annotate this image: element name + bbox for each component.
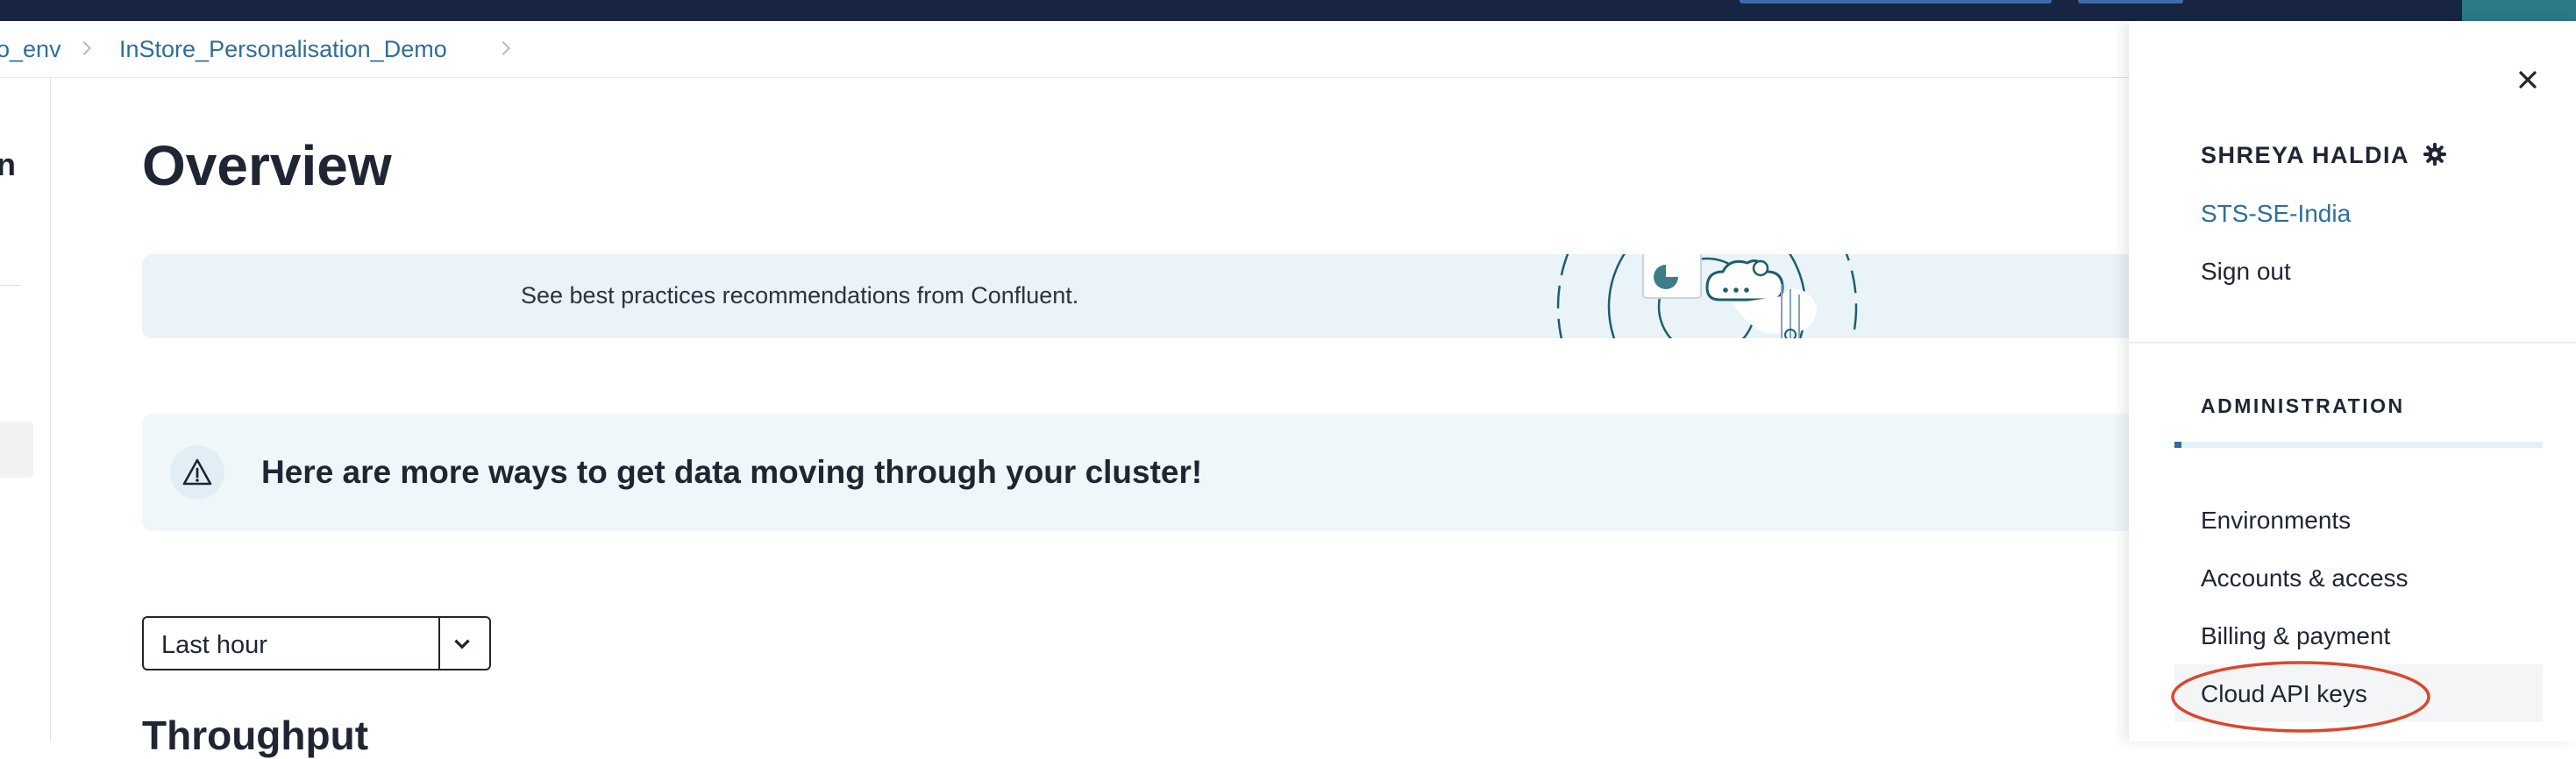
throughput-heading: Throughput xyxy=(142,713,369,758)
breadcrumb-item-environment[interactable]: o_env xyxy=(0,36,61,63)
top-navigation-bar xyxy=(0,0,2576,21)
breadcrumb-item-cluster[interactable]: InStore_Personalisation_Demo xyxy=(119,36,447,63)
chevron-down-icon[interactable] xyxy=(451,633,473,656)
left-sidebar: n xyxy=(0,78,51,741)
sign-out-link[interactable]: Sign out xyxy=(2201,258,2291,286)
warning-icon xyxy=(170,445,224,500)
panel-divider xyxy=(2129,342,2576,344)
organization-link[interactable]: STS-SE-India xyxy=(2201,200,2351,228)
administration-indicator xyxy=(2174,442,2543,448)
close-icon[interactable] xyxy=(2513,65,2543,95)
top-bar-control[interactable] xyxy=(2078,0,2183,4)
select-divider xyxy=(438,618,440,669)
breadcrumb: o_env InStore_Personalisation_Demo xyxy=(0,21,2129,78)
time-range-select[interactable]: Last hour xyxy=(142,616,491,670)
sidebar-divider xyxy=(0,285,21,286)
admin-item-environments[interactable]: Environments xyxy=(2201,507,2351,535)
sidebar-cut-text: n xyxy=(0,146,16,182)
admin-item-accounts-access[interactable]: Accounts & access xyxy=(2201,564,2409,592)
chevron-right-icon xyxy=(82,40,92,56)
promo-banner-text: See best practices recommendations from … xyxy=(521,282,1079,309)
page-title: Overview xyxy=(142,134,392,197)
admin-item-billing-payment[interactable]: Billing & payment xyxy=(2201,622,2390,650)
user-account-panel: SHREYA HALDIA STS-SE-India Sign out ADMI… xyxy=(2129,21,2576,741)
sidebar-selected-item[interactable] xyxy=(0,422,33,478)
user-name: SHREYA HALDIA xyxy=(2201,142,2410,168)
data-ingest-info-banner[interactable]: Here are more ways to get data moving th… xyxy=(142,414,2129,531)
info-banner-text: Here are more ways to get data moving th… xyxy=(261,454,1203,490)
gear-icon[interactable] xyxy=(2423,142,2447,167)
top-bar-accent[interactable] xyxy=(2462,0,2576,21)
best-practices-banner[interactable]: See best practices recommendations from … xyxy=(142,254,2129,338)
cloud-illustration-icon xyxy=(1556,254,1858,338)
chevron-right-icon xyxy=(502,40,511,56)
indicator-mark xyxy=(2174,442,2181,448)
top-bar-control[interactable] xyxy=(1740,0,2052,4)
administration-heading: ADMINISTRATION xyxy=(2201,394,2405,417)
time-range-value: Last hour xyxy=(161,631,267,659)
admin-item-cloud-api-keys[interactable]: Cloud API keys xyxy=(2201,680,2367,708)
